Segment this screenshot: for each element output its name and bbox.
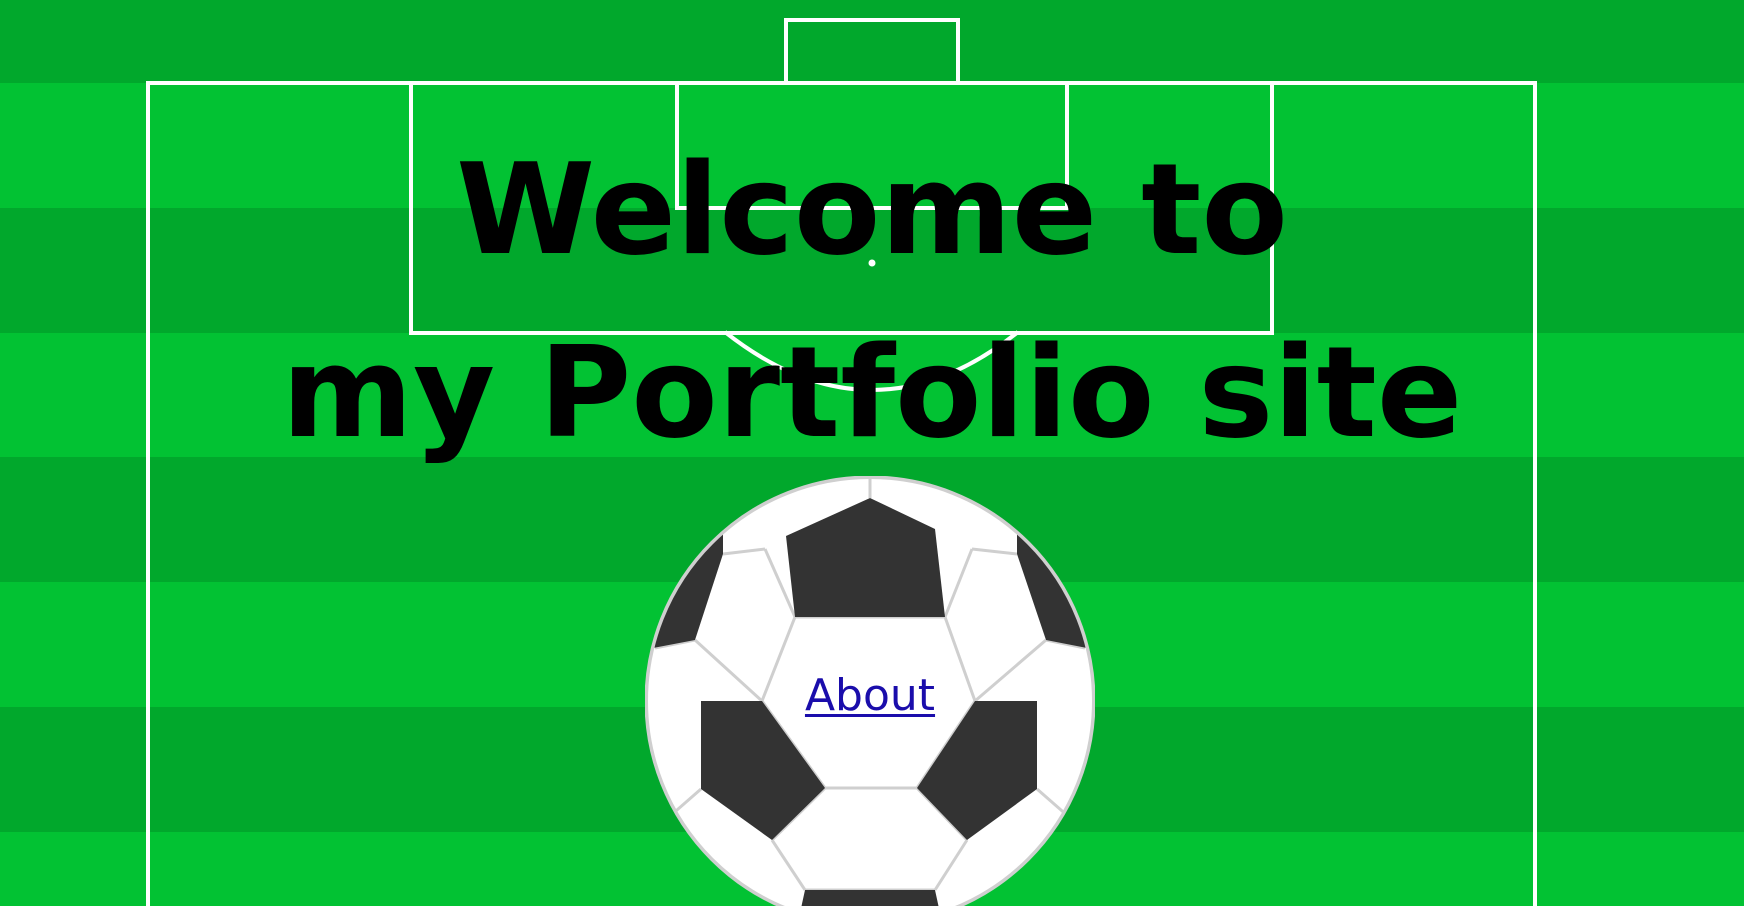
hero-title-line-2: my Portfolio site	[281, 319, 1463, 466]
soccer-ball: About	[645, 476, 1095, 906]
hero-title: Welcome to my Portfolio site	[0, 118, 1744, 484]
hero-title-line-1: Welcome to	[456, 136, 1288, 283]
about-link[interactable]: About	[645, 670, 1095, 722]
